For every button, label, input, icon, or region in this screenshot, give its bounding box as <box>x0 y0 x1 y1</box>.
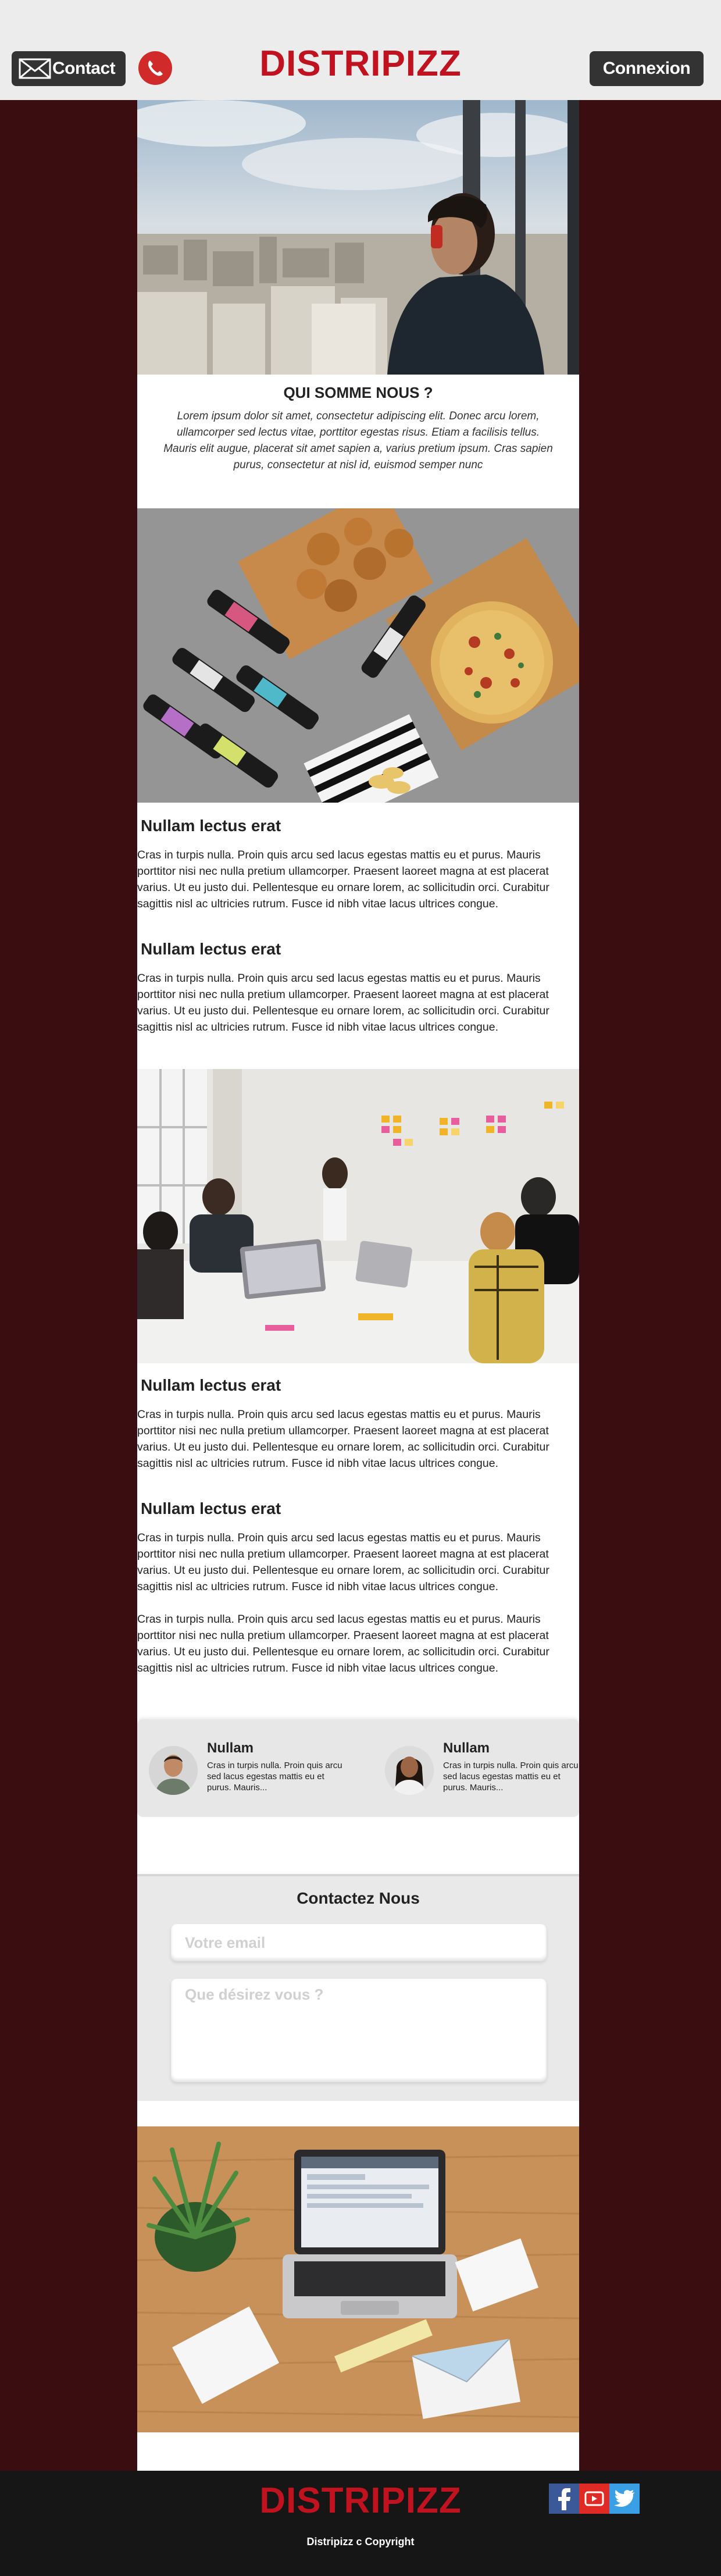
food-image <box>137 508 579 803</box>
section-2-title: Nullam lectus erat <box>141 940 281 958</box>
site-footer: DISTRIPIZZ Distripizz c Copyright <box>0 2471 721 2576</box>
section-4-text-continued: Cras in turpis nulla. Proin quis arcu se… <box>137 1613 549 1674</box>
youtube-icon[interactable] <box>579 2484 609 2514</box>
contact-form-title: Contactez Nous <box>297 1889 420 1907</box>
section-4-title: Nullam lectus erat <box>141 1499 281 1517</box>
testimonial-text: Cras in turpis nulla. Proin quis arcu se… <box>207 1761 342 1793</box>
meeting-image <box>137 1069 579 1363</box>
section-1-text: Cras in turpis nulla. Proin quis arcu se… <box>137 849 549 910</box>
twitter-icon[interactable] <box>609 2484 640 2514</box>
about-title: QUI SOMME NOUS ? <box>283 384 433 401</box>
email-field[interactable] <box>171 1924 547 1961</box>
login-button[interactable]: Connexion <box>590 51 704 86</box>
section-3-text: Cras in turpis nulla. Proin quis arcu se… <box>137 1408 549 1470</box>
section-4-text: Cras in turpis nulla. Proin quis arcu se… <box>137 1531 549 1593</box>
testimonials: Nullam Cras in turpis nulla. Proin quis … <box>137 1719 579 1817</box>
about-text: Lorem ipsum dolor sit amet, consectetur … <box>163 410 553 471</box>
testimonial-name: Nullam <box>443 1740 490 1756</box>
message-field[interactable] <box>171 1979 547 2082</box>
main-content: QUI SOMME NOUS ? Lorem ipsum dolor sit a… <box>137 100 579 2471</box>
section-1-title: Nullam lectus erat <box>141 817 281 835</box>
copyright-text: Distripizz c Copyright <box>306 2536 415 2548</box>
facebook-icon[interactable] <box>549 2484 579 2514</box>
testimonial-card: Nullam Cras in turpis nulla. Proin quis … <box>149 1740 347 1798</box>
hero-image <box>137 100 579 375</box>
testimonial-text: Cras in turpis nulla. Proin quis arcu se… <box>443 1761 579 1793</box>
contact-form: Contactez Nous <box>137 1874 579 2101</box>
testimonial-name: Nullam <box>207 1740 254 1756</box>
avatar <box>385 1746 434 1795</box>
testimonial-card: Nullam Cras in turpis nulla. Proin quis … <box>385 1740 583 1798</box>
section-3-title: Nullam lectus erat <box>141 1376 281 1394</box>
desk-image <box>137 2126 579 2432</box>
section-2-text: Cras in turpis nulla. Proin quis arcu se… <box>137 972 549 1034</box>
avatar <box>149 1746 198 1795</box>
site-header: Contact DISTRIPIZZ Connexion <box>0 0 721 100</box>
